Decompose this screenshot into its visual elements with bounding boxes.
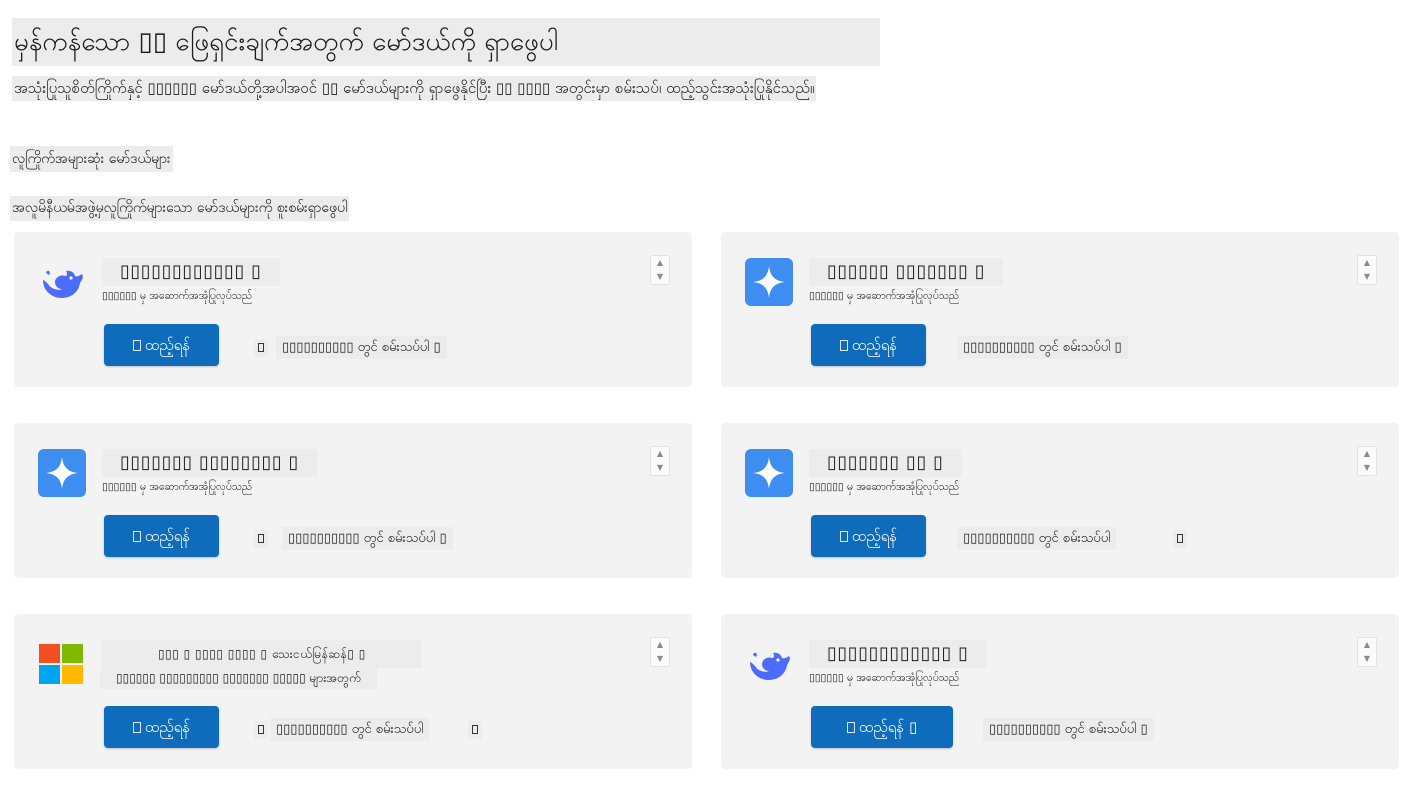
model-title: ▯▯▯▯▯▯▯ ▯▯▯▯▯▯▯▯ ▯ xyxy=(102,449,317,477)
download-icon xyxy=(132,340,141,351)
deepseek-whale-icon xyxy=(750,652,790,680)
install-button[interactable]: ထည့်ရန် xyxy=(811,515,926,557)
card-stepper[interactable]: ▲ ▼ xyxy=(1357,637,1377,667)
chevron-down-icon[interactable]: ▼ xyxy=(1358,461,1376,475)
try-in-playground-link[interactable]: ▯▯▯▯▯▯▯▯▯▯ တွင် စမ်းသပ်ပါ ▯ xyxy=(957,336,1128,359)
install-label: ထည့်ရန် xyxy=(144,718,191,736)
model-title: ▯▯▯▯▯▯▯▯▯▯▯▯ ▯ xyxy=(102,258,280,286)
chevron-up-icon[interactable]: ▲ xyxy=(1358,447,1376,461)
download-icon xyxy=(132,531,141,542)
chevron-up-icon[interactable]: ▲ xyxy=(651,638,669,652)
model-provider: ▯▯▯▯▯▯ မှ အဆောက်အအုံပြုလုပ်သည် xyxy=(809,481,960,493)
model-provider: ▯▯▯▯▯▯ မှ အဆောက်အအုံပြုလုပ်သည် xyxy=(102,481,253,493)
try-in-playground-link[interactable]: ▯▯▯▯▯▯▯▯▯▯ တွင် စမ်းသပ်ပါ xyxy=(957,527,1117,550)
chevron-down-icon[interactable]: ▼ xyxy=(651,652,669,666)
try-in-playground-link[interactable]: ▯▯▯▯▯▯▯▯▯▯ တွင် စမ်းသပ်ပါ ▯ xyxy=(276,336,447,359)
external-link-icon xyxy=(1173,530,1187,548)
chevron-up-icon[interactable]: ▲ xyxy=(1358,256,1376,270)
download-icon xyxy=(846,722,855,733)
chevron-down-icon[interactable]: ▼ xyxy=(651,270,669,284)
model-title: ▯▯▯▯▯▯ ▯▯▯▯▯▯▯ ▯ xyxy=(809,258,1004,286)
external-link-icon xyxy=(468,721,482,739)
model-card[interactable]: ▯▯▯▯▯▯▯ ▯▯▯▯▯▯▯▯ ▯ ▯▯▯▯▯▯ မှ အဆောက်အအုံပ… xyxy=(14,423,692,578)
install-button[interactable]: ထည့်ရန် xyxy=(104,515,219,557)
chevron-up-icon[interactable]: ▲ xyxy=(1358,638,1376,652)
chevron-down-icon[interactable]: ▼ xyxy=(1358,270,1376,284)
gemini-sparkle-icon xyxy=(745,449,793,497)
model-provider: ▯▯▯▯▯▯ မှ အဆောက်အအုံပြုလုပ်သည် xyxy=(102,290,253,302)
chevron-up-icon[interactable]: ▲ xyxy=(651,447,669,461)
try-in-playground-link[interactable]: ▯▯▯▯▯▯▯▯▯▯ တွင် စမ်းသပ်ပါ xyxy=(270,718,430,741)
playground-icon xyxy=(254,339,268,357)
microsoft-logo-icon xyxy=(39,644,83,684)
download-icon xyxy=(839,340,848,351)
card-stepper[interactable]: ▲ ▼ xyxy=(650,446,670,476)
model-title: ▯▯▯▯▯▯▯ ▯▯ ▯ xyxy=(809,449,962,477)
model-card[interactable]: ▯▯▯▯▯▯▯▯▯▯▯▯ ▯ ▯▯▯▯▯▯ မှ အဆောက်အအုံပြုလု… xyxy=(14,232,692,387)
install-button[interactable]: ထည့်ရန် xyxy=(811,324,926,366)
page-subtitle: အသုံးပြုသူစိတ်ကြိုက်နှင့် ▯▯▯▯▯▯ မော်ဒယ်… xyxy=(12,76,817,101)
install-label: ထည့်ရန် xyxy=(851,336,898,354)
install-button[interactable]: ထည့်ရန် ▯ xyxy=(811,706,953,748)
model-card[interactable]: ▯▯▯▯▯▯▯ ▯▯ ▯ ▯▯▯▯▯▯ မှ အဆောက်အအုံပြုလုပ်… xyxy=(721,423,1399,578)
install-label: ထည့်ရန် ▯ xyxy=(858,718,918,736)
chevron-down-icon[interactable]: ▼ xyxy=(651,461,669,475)
page-title: မှန်ကန်သော ▯▯ ဖြေရှင်းချက်အတွက် မော်ဒယ်က… xyxy=(12,18,880,66)
card-stepper[interactable]: ▲ ▼ xyxy=(650,637,670,667)
model-title: ▯▯▯▯▯▯▯▯▯▯▯▯ ▯ xyxy=(809,640,987,668)
card-stepper[interactable]: ▲ ▼ xyxy=(1357,446,1377,476)
try-in-playground-link[interactable]: ▯▯▯▯▯▯▯▯▯▯ တွင် စမ်းသပ်ပါ ▯ xyxy=(983,718,1154,741)
install-label: ထည့်ရန် xyxy=(851,527,898,545)
install-label: ထည့်ရန် xyxy=(144,527,191,545)
download-icon xyxy=(839,531,848,542)
install-label: ထည့်ရန် xyxy=(144,336,191,354)
playground-icon xyxy=(254,721,268,739)
model-card[interactable]: ▯▯▯▯▯▯ ▯▯▯▯▯▯▯ ▯ ▯▯▯▯▯▯ မှ အဆောက်အအုံပြု… xyxy=(721,232,1399,387)
model-description: ▯▯▯▯▯▯ ▯▯▯▯▯▯▯▯▯ ▯▯▯▯▯▯▯ ▯▯▯▯▯ များအတွက် xyxy=(100,667,377,689)
section-heading: လူကြိုက်အများဆုံး မော်ဒယ်များ xyxy=(10,146,173,172)
model-provider: ▯▯▯▯▯▯ မှ အဆောက်အအုံပြုလုပ်သည် xyxy=(809,672,960,684)
section-description: အလူမိနီယမ်အဖွဲ့မှလူကြိုက်များသော မော်ဒယ်… xyxy=(10,196,350,221)
try-in-playground-link[interactable]: ▯▯▯▯▯▯▯▯▯▯ တွင် စမ်းသပ်ပါ ▯ xyxy=(282,527,453,550)
install-button[interactable]: ထည့်ရန် xyxy=(104,706,219,748)
card-stepper[interactable]: ▲ ▼ xyxy=(1357,255,1377,285)
model-card[interactable]: ▯▯▯▯▯▯▯▯▯▯▯▯ ▯ ▯▯▯▯▯▯ မှ အဆောက်အအုံပြုလု… xyxy=(721,614,1399,769)
chevron-up-icon[interactable]: ▲ xyxy=(651,256,669,270)
download-icon xyxy=(132,722,141,733)
card-stepper[interactable]: ▲ ▼ xyxy=(650,255,670,285)
model-title: ▯▯▯ ▯ ▯▯▯▯ ▯▯▯▯ ▯ သေးငယ်မြန်ဆန်▯ ▯ xyxy=(102,640,422,668)
playground-icon xyxy=(254,530,268,548)
model-provider: ▯▯▯▯▯▯ မှ အဆောက်အအုံပြုလုပ်သည် xyxy=(809,290,960,302)
model-card[interactable]: ▯▯▯ ▯ ▯▯▯▯ ▯▯▯▯ ▯ သေးငယ်မြန်ဆန်▯ ▯ ▯▯▯▯▯… xyxy=(14,614,692,769)
install-button[interactable]: ထည့်ရန် xyxy=(104,324,219,366)
gemini-sparkle-icon xyxy=(745,258,793,306)
chevron-down-icon[interactable]: ▼ xyxy=(1358,652,1376,666)
deepseek-whale-icon xyxy=(43,270,83,298)
gemini-sparkle-icon xyxy=(38,449,86,497)
